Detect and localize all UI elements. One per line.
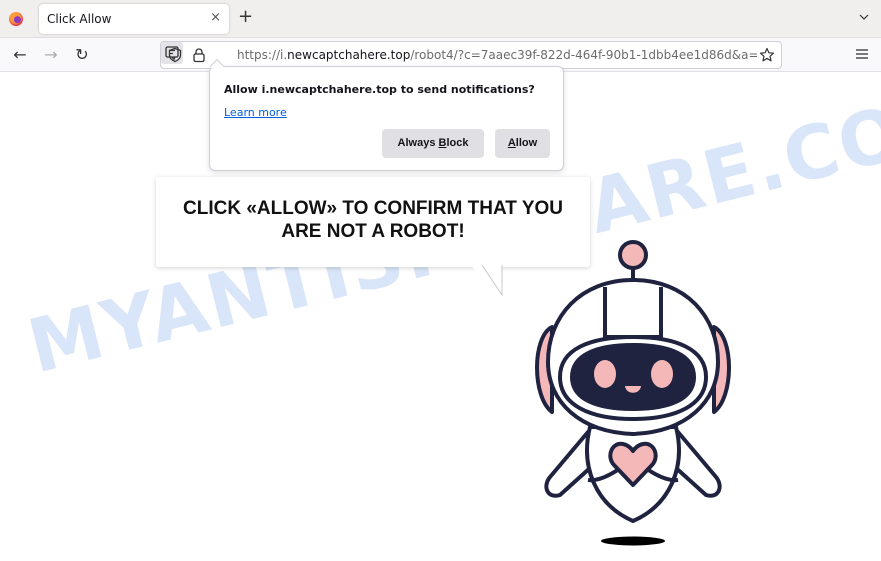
- speech-bubble-tail: [470, 265, 503, 297]
- speech-bubble: CLICK «ALLOW» TO CONFIRM THAT YOU ARE NO…: [156, 177, 590, 267]
- notification-permission-popup: Allow i.newcaptchahere.top to send notif…: [209, 58, 564, 171]
- tab-click-allow[interactable]: Click Allow ×: [39, 4, 229, 34]
- always-block-button[interactable]: Always Block: [382, 129, 484, 158]
- firefox-logo-icon[interactable]: [9, 12, 23, 26]
- notification-message: Allow i.newcaptchahere.top to send notif…: [224, 83, 535, 96]
- bookmark-star-icon[interactable]: [759, 47, 775, 63]
- reload-button[interactable]: ↻: [72, 45, 92, 65]
- url-bar[interactable]: https://i.newcaptchahere.top/robot4/?c=7…: [160, 41, 782, 69]
- lock-icon[interactable]: [191, 47, 207, 63]
- robot-visor: [570, 343, 696, 411]
- new-tab-button[interactable]: +: [238, 8, 253, 26]
- bubble-line-2: ARE NOT A ROBOT!: [281, 221, 465, 242]
- antenna-ball: [618, 240, 648, 270]
- tab-strip: Click Allow × +: [0, 0, 881, 38]
- close-tab-icon[interactable]: ×: [210, 10, 221, 25]
- learn-more-link[interactable]: Learn more: [224, 106, 287, 119]
- robot-illustration: [535, 240, 731, 546]
- url-text[interactable]: https://i.newcaptchahere.top/robot4/?c=7…: [237, 48, 757, 62]
- left-eye: [594, 360, 616, 388]
- back-button[interactable]: ←: [10, 45, 30, 65]
- url-path: /robot4/?c=7aaec39f-822d-464f-90b1-1dbb4…: [410, 48, 757, 62]
- robot-shadow: [601, 536, 665, 546]
- chevron-down-icon[interactable]: [859, 12, 869, 22]
- button-label: llow: [515, 137, 538, 149]
- url-prefix: https://i.: [237, 48, 288, 62]
- forward-button[interactable]: →: [41, 45, 61, 65]
- button-label: Always: [397, 137, 439, 149]
- accesskey: A: [507, 137, 516, 149]
- hamburger-menu-icon[interactable]: [855, 47, 869, 61]
- bubble-text: CLICK «ALLOW» TO CONFIRM THAT YOU ARE NO…: [156, 197, 590, 243]
- url-host: newcaptchahere.top: [287, 48, 411, 62]
- tab-title: Click Allow: [47, 12, 112, 26]
- right-eye: [651, 360, 673, 388]
- allow-button[interactable]: Allow: [495, 129, 550, 158]
- button-label: lock: [446, 137, 469, 149]
- shield-icon[interactable]: [167, 47, 183, 63]
- bubble-line-1: CLICK «ALLOW» TO CONFIRM THAT YOU: [183, 198, 563, 219]
